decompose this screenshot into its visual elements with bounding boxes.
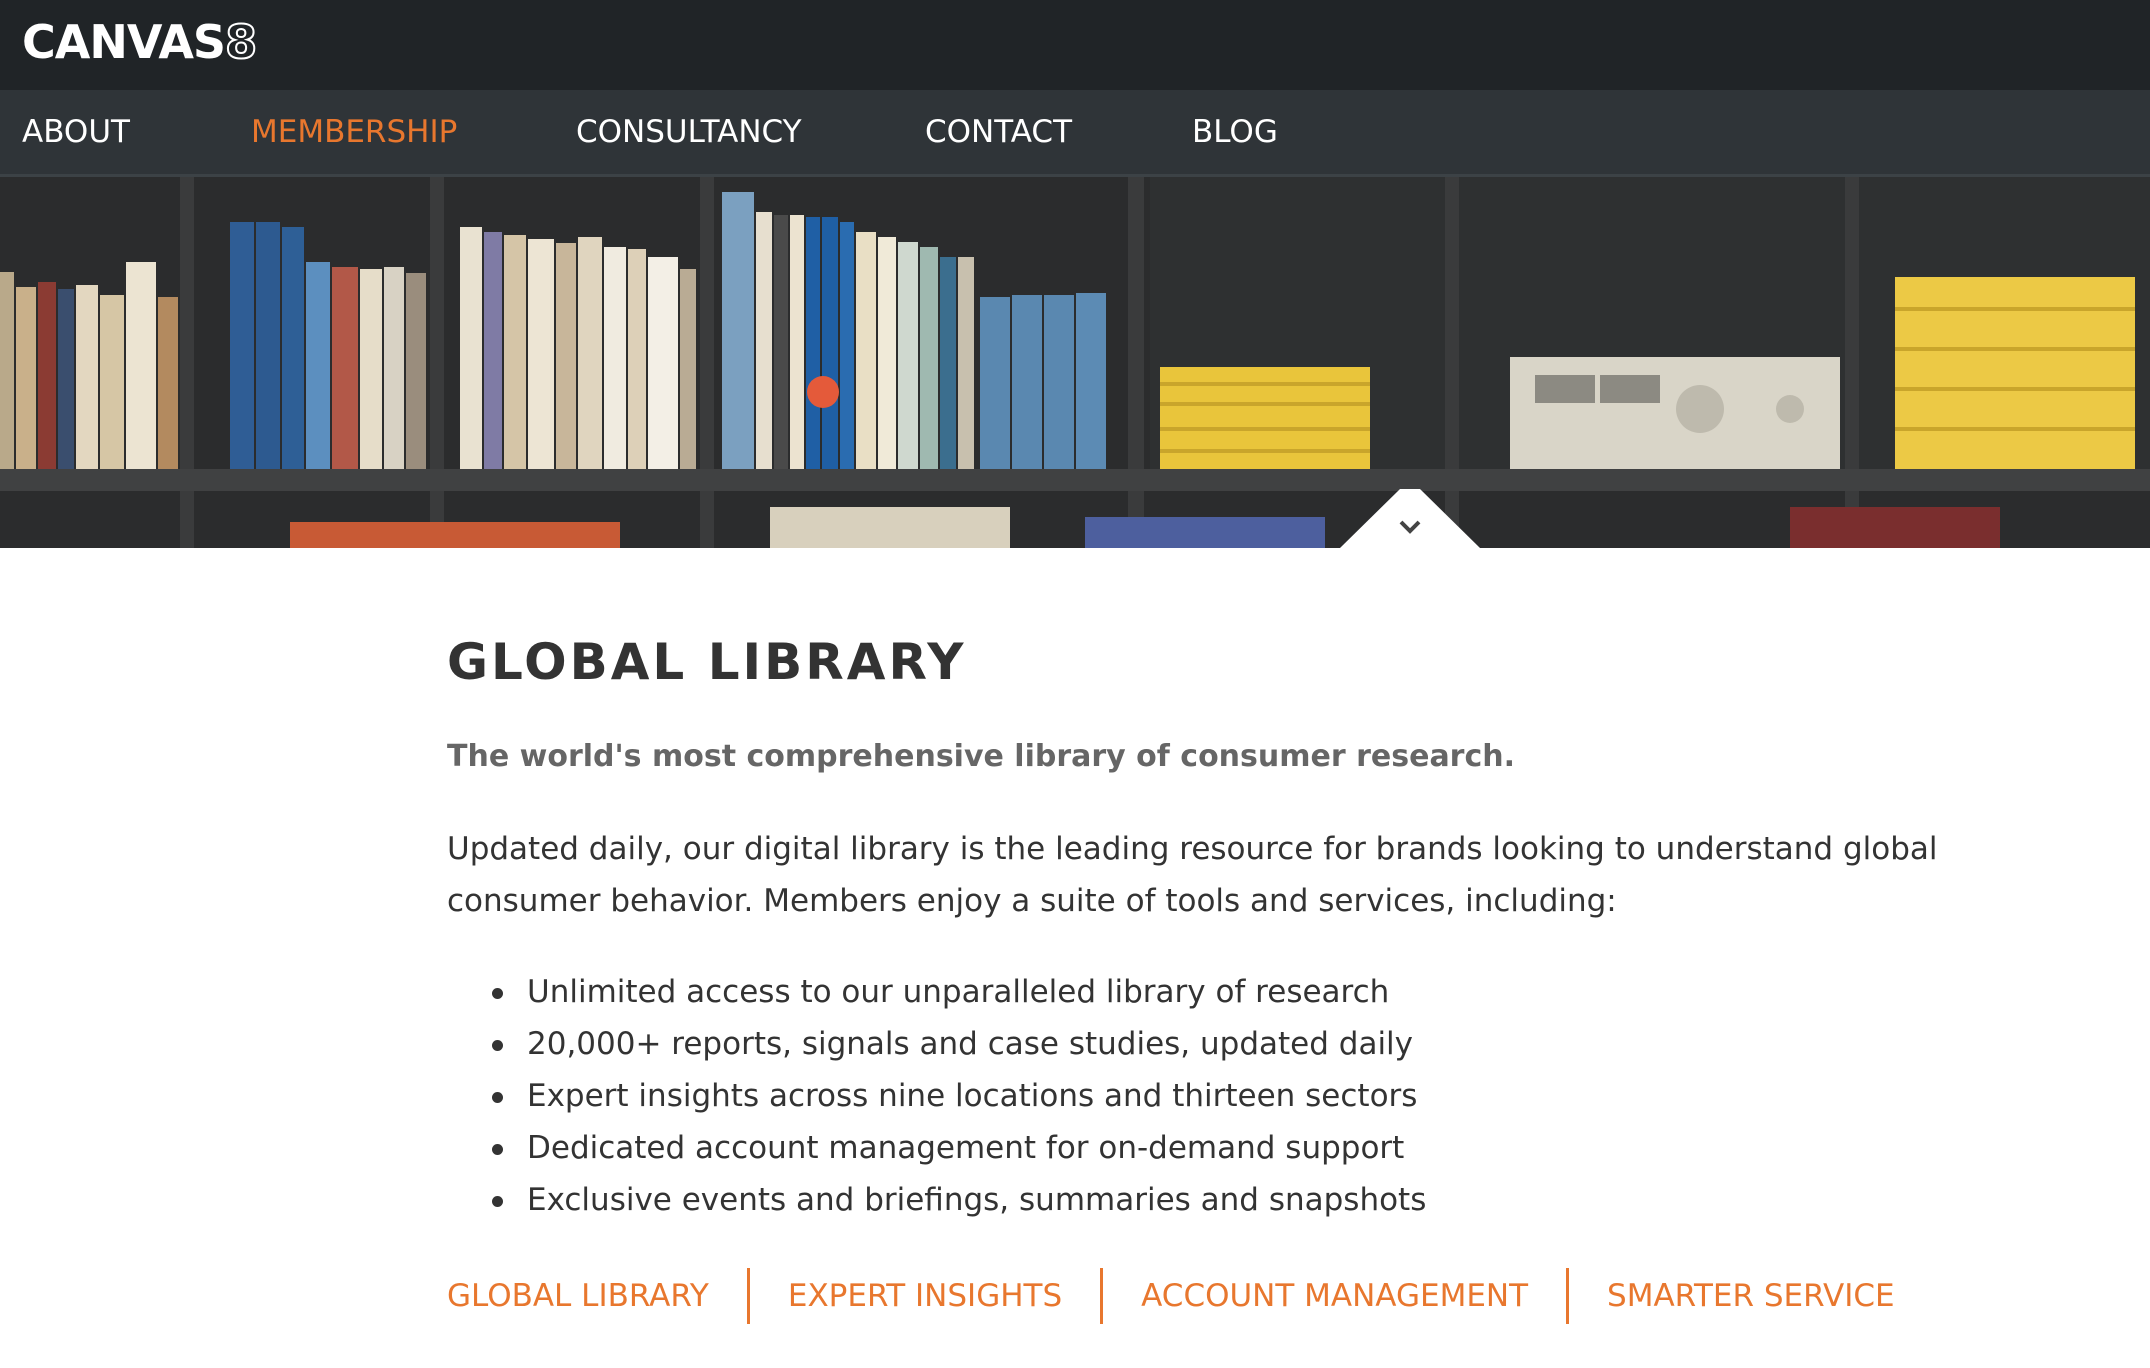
nav-item-about[interactable]: ABOUT [22,90,130,174]
logo-number: 8 [224,14,258,70]
list-item: Unlimited access to our unparalleled lib… [491,966,1426,1018]
logo-text: CANVAS [22,15,226,69]
list-item: Dedicated account management for on-dema… [491,1122,1426,1174]
nav-item-blog[interactable]: BLOG [1192,90,1278,174]
bookshelf-photo [0,177,2150,548]
top-bar: CANVAS8 [0,0,2150,90]
main-nav: ABOUT MEMBERSHIP CONSULTANCY CONTACT BLO… [0,90,2150,177]
feature-list: Unlimited access to our unparalleled lib… [447,966,1426,1226]
subnav-account-management[interactable]: ACCOUNT MANAGEMENT [1100,1268,1566,1324]
subnav-smarter-service[interactable]: SMARTER SERVICE [1566,1268,1933,1324]
list-item: Exclusive events and briefings, summarie… [491,1174,1426,1226]
subnav-global-library[interactable]: GLOBAL LIBRARY [447,1268,747,1324]
list-item: 20,000+ reports, signals and case studie… [491,1018,1426,1070]
list-item: Expert insights across nine locations an… [491,1070,1426,1122]
hero-banner [0,177,2150,548]
nav-item-consultancy[interactable]: CONSULTANCY [576,90,802,174]
nav-item-membership[interactable]: MEMBERSHIP [251,90,457,174]
page-subtitle: The world's most comprehensive library o… [447,739,1516,774]
chevron-down-icon[interactable] [1398,519,1422,535]
page-title: GLOBAL LIBRARY [447,633,967,691]
canvas8-logo[interactable]: CANVAS8 [22,10,258,74]
subnav-expert-insights[interactable]: EXPERT INSIGHTS [746,1268,1100,1324]
section-subnav: GLOBAL LIBRARY EXPERT INSIGHTS ACCOUNT MAN… [447,1268,1933,1324]
nav-item-contact[interactable]: CONTACT [925,90,1072,174]
intro-paragraph: Updated daily, our digital library is th… [447,831,1938,919]
